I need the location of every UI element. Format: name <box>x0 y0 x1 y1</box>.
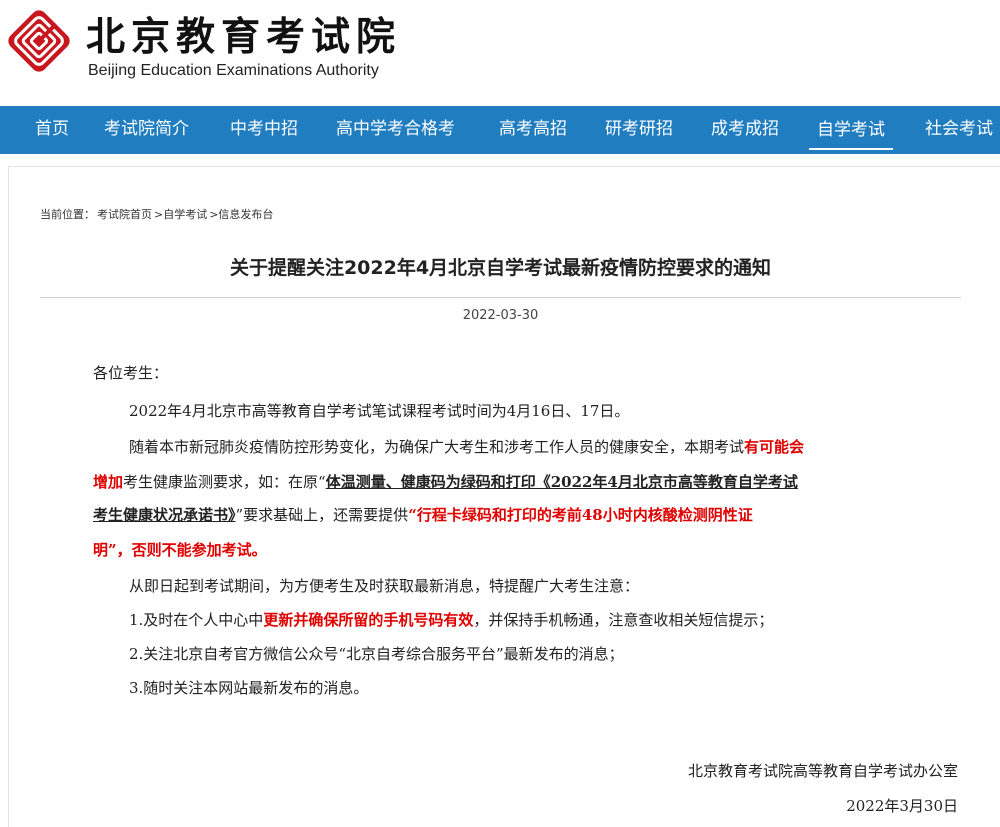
salutation: 各位考生： <box>93 364 169 382</box>
nav-item-chengkao[interactable]: 成考成招 <box>711 106 779 154</box>
breadcrumb: 当前位置： 考试院首页 >自学考试 >信息发布台 <box>40 206 275 222</box>
p2-g: ”要求基础上，还需要提供 <box>235 506 409 524</box>
article-date: 2022-03-30 <box>462 308 539 323</box>
nav-item-shehui[interactable]: 社会考试 <box>925 106 993 154</box>
paragraph-2-line-3: 考生健康状况承诺书》”要求基础上，还需要提供“行程卡绿码和打印的考前48小时内核… <box>93 504 753 525</box>
signature: 北京教育考试院高等教育自学考试办公室 <box>687 762 958 780</box>
breadcrumb-home[interactable]: 考试院首页 <box>97 208 152 221</box>
p2-emphasis-1: 有可能会 <box>744 438 805 456</box>
list-item-2: 2.关注北京自考官方微信公众号“北京自考综合服务平台”最新发布的消息； <box>129 645 624 663</box>
nav-item-about[interactable]: 考试院简介 <box>104 106 189 154</box>
item1-emphasis: 更新并确保所留的手机号码有效 <box>263 611 474 629</box>
paragraph-3: 从即日起到考试期间，为方便考生及时获取最新消息，特提醒广大考生注意： <box>129 577 640 595</box>
paragraph-2-line-2: 增加考生健康监测要求，如：在原“体温测量、健康码为绿码和打印《2022年4月北京… <box>93 471 798 492</box>
item1-c: ，并保持手机畅通，注意查收相关短信提示； <box>473 611 774 629</box>
nav-item-zhongkao[interactable]: 中考中招 <box>230 106 298 154</box>
site-name-en: Beijing Education Examinations Authority <box>88 62 379 79</box>
nav-item-xuekao[interactable]: 高中学考合格考 <box>336 106 455 154</box>
breadcrumb-zixue[interactable]: >自学考试 <box>154 208 207 221</box>
list-item-1: 1.及时在个人中心中更新并确保所留的手机号码有效，并保持手机畅通，注意查收相关短… <box>129 609 773 630</box>
paragraph-2-line-4: 明”，否则不能参加考试。 <box>93 539 267 560</box>
site-header: 北京教育考试院 Beijing Education Examinations A… <box>0 0 1000 106</box>
nav-item-home[interactable]: 首页 <box>35 106 69 154</box>
breadcrumb-prefix: 当前位置： <box>40 208 95 221</box>
nav-item-zixue[interactable]: 自学考试 <box>809 108 893 150</box>
main-nav: 首页 考试院简介 中考中招 高中学考合格考 高考高招 研考研招 成考成招 自学考… <box>0 106 1000 154</box>
p2-d: 考生健康监测要求，如：在原“ <box>123 473 326 491</box>
signature-date: 2022年3月30日 <box>846 797 958 815</box>
p2-emphasis-2: 增加 <box>93 473 124 491</box>
p2-a: 随着本市新冠肺炎疫情防控形势变化，为确保广大考生和涉考工作人员的健康安全，本期考… <box>129 438 745 456</box>
p2-emphasis-3: “行程卡绿码和打印的考前48小时内核酸检测阴性证 <box>408 506 753 524</box>
paragraph-2-line-1: 随着本市新冠肺炎疫情防控形势变化，为确保广大考生和涉考工作人员的健康安全，本期考… <box>129 436 804 457</box>
item1-a: 1.及时在个人中心中 <box>129 611 264 629</box>
list-item-3: 3.随时关注本网站最新发布的消息。 <box>129 679 369 697</box>
p2-underline-2: 考生健康状况承诺书》 <box>93 506 236 524</box>
article-title: 关于提醒关注2022年4月北京自学考试最新疫情防控要求的通知 <box>229 257 772 279</box>
p2-underline-1: 体温测量、健康码为绿码和打印《2022年4月北京市高等教育自学考试 <box>325 473 798 491</box>
title-divider <box>40 297 961 298</box>
breadcrumb-info[interactable]: >信息发布台 <box>209 208 273 221</box>
nav-item-yankao[interactable]: 研考研招 <box>605 106 673 154</box>
nav-item-gaokao[interactable]: 高考高招 <box>499 106 567 154</box>
site-name[interactable]: 北京教育考试院 <box>86 6 401 62</box>
paragraph-1: 2022年4月北京市高等教育自学考试笔试课程考试时间为4月16日、17日。 <box>129 402 630 420</box>
logo-icon[interactable] <box>6 8 72 74</box>
p2-emphasis-4: 明”，否则不能参加考试。 <box>93 541 267 559</box>
